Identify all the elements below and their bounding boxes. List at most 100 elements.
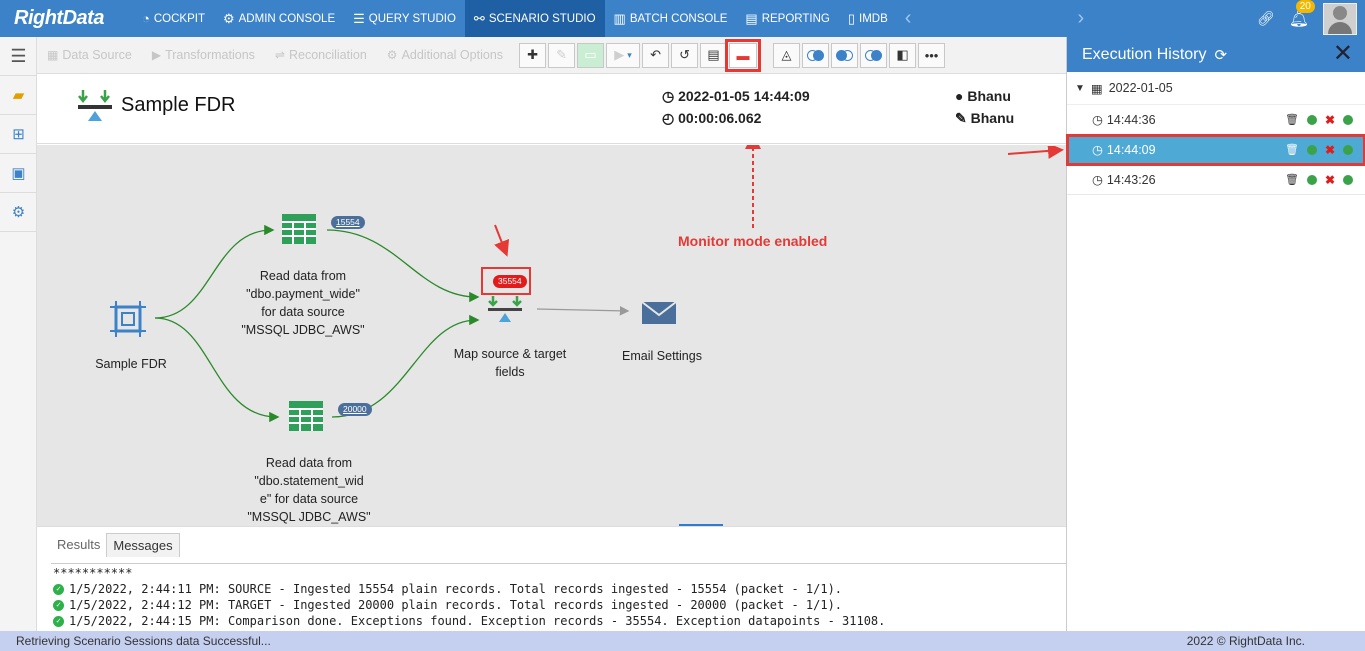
target-status-icon [1343, 114, 1353, 125]
join-inner-button[interactable] [802, 42, 830, 68]
clock-icon: ◷ [1092, 143, 1103, 157]
undo-button[interactable]: ↶ [642, 42, 670, 68]
monitor-icon: ▬ [736, 47, 750, 63]
tab-messages[interactable]: Messages [106, 533, 180, 557]
batch-icon: ▥ [613, 10, 626, 26]
delete-icon[interactable]: 🗑︎ [1285, 173, 1299, 186]
modified-by: ✎ Bhanu [955, 110, 1015, 126]
clock-icon: ◷ [1092, 173, 1103, 187]
results-tabs: Results Messages [51, 533, 180, 557]
scenario-canvas[interactable]: Sample FDR 15554 Read data from "dbo.pay… [37, 145, 1066, 526]
notification-count-badge: 20 [1295, 0, 1315, 13]
more-dots-icon: ••• [924, 47, 939, 63]
sidebar-folder-icon[interactable]: ▰ [0, 76, 37, 115]
execution-history-panel: Execution History ⟳ ✕ ▼ ▦ 2022-01-05 ◷ 14… [1066, 37, 1365, 631]
cockpit-icon: ◔ [142, 11, 150, 26]
source-node-icon[interactable] [110, 301, 146, 337]
nav-query-studio[interactable]: ☰ QUERY STUDIO [344, 0, 465, 37]
log-button[interactable]: ▤ [700, 42, 728, 68]
tab-transformations[interactable]: ▶ Transformations [142, 48, 265, 62]
nav-batch-console[interactable]: ▥ BATCH CONSOLE [605, 0, 737, 37]
chart-button[interactable]: ◬ [773, 42, 801, 68]
sidebar-image-icon[interactable]: ▣ [0, 154, 37, 193]
tab-reconciliation[interactable]: ⇌ Reconciliation [265, 48, 377, 62]
execution-history-header: Execution History ⟳ ✕ [1067, 37, 1365, 72]
compare-failed-icon: ✖ [1324, 142, 1335, 157]
nav-scenario-studio[interactable]: ⚯ SCENARIO STUDIO [464, 0, 605, 37]
log-line: ✓ 1/5/2022, 2:44:15 PM: Comparison done. … [53, 613, 885, 629]
edit-icon: ✎ [556, 47, 567, 62]
read1-node-label: Read data from "dbo.payment_wide" for da… [241, 269, 365, 337]
undo-icon: ↶ [650, 47, 661, 62]
add-button[interactable]: ✚ [519, 42, 547, 68]
scenario-toolbar: ▦ Data Source ▶ Transformations ⇌ Reconcili… [37, 37, 1066, 74]
display-button[interactable]: ▭ [577, 42, 605, 68]
nav-reporting[interactable]: ▤ REPORTING [736, 0, 838, 37]
sidebar-settings-icon[interactable]: ⚙ [0, 193, 37, 232]
scenario-balance-icon [78, 90, 112, 121]
scenario-title: Sample FDR [121, 94, 236, 116]
close-icon[interactable]: ✕ [1333, 41, 1353, 67]
history-run-row[interactable]: ◷ 14:44:36 🗑︎ ✖ [1067, 105, 1365, 135]
status-bar: Retrieving Scenario Sessions data Succes… [0, 631, 1365, 651]
collapse-left-icon: ◧ [896, 47, 909, 62]
link-icon[interactable]: 🔗︎ [1257, 10, 1275, 27]
delete-icon[interactable]: 🗑︎ [1285, 143, 1299, 156]
refresh-icon[interactable]: ⟳ [1215, 46, 1228, 64]
read2-node-label: Read data from "dbo.statement_wid e" for… [247, 456, 371, 524]
read2-count-badge[interactable]: 20000 [338, 403, 372, 416]
source-node-label: Sample FDR [95, 357, 167, 371]
collapse-button[interactable]: ◧ [889, 42, 917, 68]
venn-right-icon [865, 49, 883, 61]
check-circle-icon: ✓ [53, 583, 64, 595]
read-table-icon-2[interactable] [288, 400, 324, 432]
log-line: *********** [53, 566, 133, 580]
monitor-mode-annotation: Monitor mode enabled [678, 233, 828, 249]
nav-admin-console[interactable]: ⚙ ADMIN CONSOLE [214, 0, 344, 37]
join-right-button[interactable] [860, 42, 888, 68]
target-status-icon [1343, 174, 1353, 185]
email-envelope-icon[interactable] [641, 301, 677, 325]
nav-imdb[interactable]: ▯ IMDB [839, 0, 897, 37]
user-avatar[interactable] [1323, 2, 1357, 35]
created-by: ● Bhanu [955, 88, 1011, 104]
scenario-header: Sample FDR ◷ 2022-01-05 14:44:09 ◴ 00:00… [37, 74, 1066, 144]
check-circle-icon: ✓ [53, 599, 64, 611]
more-options-button[interactable]: ••• [918, 42, 946, 68]
compare-failed-icon: ✖ [1324, 172, 1335, 187]
copyright-text: 2022 © RightData Inc. [1186, 634, 1305, 648]
history-date-group[interactable]: ▼ ▦ 2022-01-05 [1067, 72, 1365, 105]
nav-scroll-right-icon[interactable]: › [1069, 7, 1092, 30]
execution-history-title: Execution History [1082, 45, 1207, 63]
delete-icon[interactable]: 🗑︎ [1285, 113, 1299, 126]
transform-icon: ▶ [151, 48, 162, 62]
history-run-row[interactable]: ◷ 14:43:26 🗑︎ ✖ [1067, 165, 1365, 195]
log-line: ✓ 1/5/2022, 2:44:11 PM: SOURCE - Ingested… [53, 581, 885, 597]
message-log: *********** ✓ 1/5/2022, 2:44:11 PM: SOURC… [53, 565, 885, 629]
top-navbar: RightData ◔ COCKPIT ⚙ ADMIN CONSOLE ☰ QUERY… [0, 0, 1365, 37]
read-table-icon-1[interactable] [281, 213, 317, 245]
dropdown-caret-icon: ▾ [627, 49, 632, 60]
log-line: ✓ 1/5/2022, 2:44:12 PM: TARGET - Ingested… [53, 597, 885, 613]
join-left-button[interactable] [831, 42, 859, 68]
tab-additional-options[interactable]: ⚙ Additional Options [377, 48, 513, 62]
sidebar-add-scenario-icon[interactable]: ⊞ [0, 115, 37, 154]
rightdata-logo[interactable]: RightData [0, 0, 133, 37]
map-fields-icon[interactable] [488, 295, 524, 327]
options-gear-icon: ⚙ [386, 48, 398, 62]
edit-button[interactable]: ✎ [548, 42, 576, 68]
map-count-badge[interactable]: 35554 [493, 275, 527, 288]
monitor-mode-button[interactable]: ▬ [725, 38, 762, 72]
tab-results[interactable]: Results [51, 533, 106, 557]
read1-count-badge[interactable]: 15554 [331, 216, 365, 229]
hamburger-menu-icon[interactable]: ☰ [0, 37, 37, 76]
reconcile-icon: ⇌ [274, 48, 285, 62]
run-button[interactable]: ▶ ▾ [606, 42, 641, 68]
notifications-bell-icon[interactable]: 🔔︎ 20 [1289, 0, 1315, 29]
tab-data-source[interactable]: ▦ Data Source [37, 48, 142, 62]
history-button[interactable]: ↺ [671, 42, 699, 68]
history-run-row-selected[interactable]: ◷ 14:44:09 🗑︎ ✖ [1066, 134, 1365, 166]
status-message: Retrieving Scenario Sessions data Succes… [16, 634, 271, 648]
nav-scroll-left-icon[interactable]: ‹ [897, 7, 920, 30]
nav-cockpit[interactable]: ◔ COCKPIT [133, 0, 214, 37]
